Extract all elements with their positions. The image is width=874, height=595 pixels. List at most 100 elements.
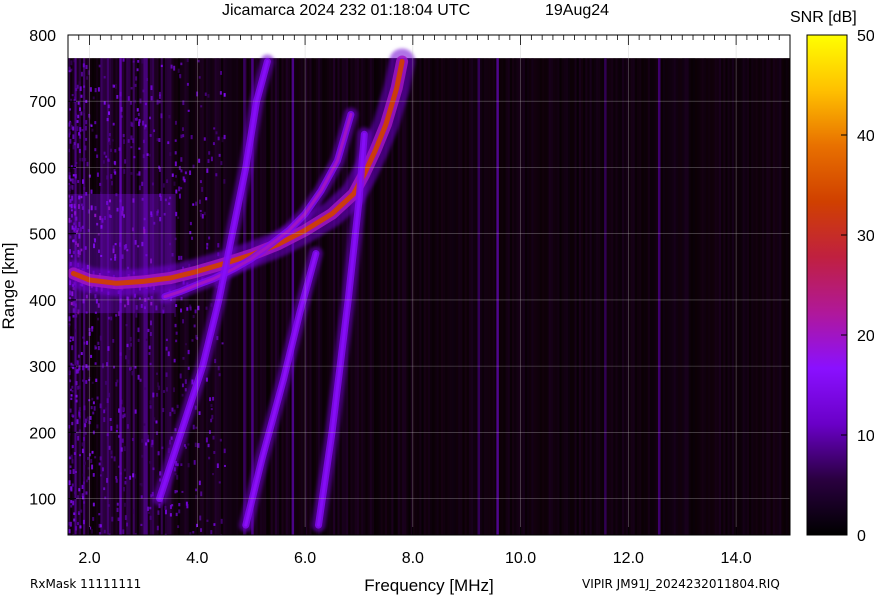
noise-column (406, 58, 409, 535)
noise-column (770, 58, 773, 535)
noise-speckle (86, 76, 89, 80)
noise-speckle (124, 159, 127, 164)
noise-column (227, 58, 230, 535)
noise-column (404, 58, 407, 535)
noise-speckle (183, 178, 186, 183)
noise-speckle (69, 189, 72, 194)
y-axis-label: Range [km] (0, 243, 18, 330)
noise-column (315, 58, 319, 535)
noise-speckle (82, 473, 85, 477)
noise-speckle (91, 450, 94, 454)
noise-speckle (164, 505, 167, 510)
noise-column (356, 58, 359, 535)
noise-column (619, 58, 622, 535)
noise-speckle (95, 134, 98, 139)
noise-speckle (99, 335, 102, 341)
noise-speckle (168, 114, 171, 119)
noise-speckle (77, 354, 80, 358)
noise-speckle (131, 122, 134, 127)
noise-speckle (161, 446, 164, 450)
noise-speckle (69, 339, 72, 343)
noise-speckle (206, 246, 209, 250)
noise-speckle (192, 314, 195, 319)
noise-speckle (92, 473, 95, 477)
noise-speckle (180, 134, 183, 139)
noise-speckle (199, 209, 202, 212)
noise-speckle (75, 399, 78, 403)
noise-speckle (126, 424, 129, 429)
noise-speckle (157, 510, 160, 515)
noise-speckle (142, 89, 145, 93)
noise-column (236, 58, 239, 535)
noise-speckle (212, 396, 215, 401)
noise-column (587, 58, 590, 535)
noise-speckle (94, 121, 97, 125)
noise-speckle (141, 438, 144, 443)
noise-speckle (73, 452, 76, 455)
noise-column (552, 58, 556, 535)
noise-speckle (167, 141, 170, 145)
noise-speckle (169, 513, 172, 517)
noise-column (708, 58, 711, 535)
noise-speckle (70, 454, 73, 460)
noise-speckle (112, 339, 115, 343)
noise-speckle (156, 138, 159, 142)
noise-speckle (195, 201, 198, 206)
noise-speckle (91, 326, 94, 329)
noise-speckle (81, 448, 84, 454)
noise-column (468, 58, 472, 535)
noise-speckle (182, 319, 185, 324)
noise-speckle (197, 305, 200, 311)
noise-speckle (79, 158, 82, 162)
noise-column (617, 58, 620, 535)
noise-column (509, 58, 513, 535)
noise-speckle (78, 407, 81, 411)
noise-speckle (131, 370, 134, 376)
noise-speckle (68, 128, 71, 134)
noise-speckle (175, 174, 178, 178)
noise-speckle (212, 142, 215, 146)
noise-column (313, 58, 316, 535)
noise-speckle (81, 442, 84, 447)
noise-speckle (209, 397, 212, 402)
noise-speckle (174, 313, 177, 317)
noise-speckle (151, 182, 154, 186)
noise-speckle (145, 442, 148, 446)
noise-column (742, 58, 745, 535)
file-name-label: VIPIR JM91J_2024232011804.RIQ (582, 577, 780, 591)
noise-speckle (81, 484, 84, 490)
noise-column (277, 58, 280, 535)
noise-speckle (75, 113, 78, 117)
noise-speckle (71, 185, 74, 190)
noise-speckle (220, 518, 223, 524)
noise-speckle (68, 66, 71, 71)
noise-column (589, 58, 592, 535)
noise-speckle (107, 346, 110, 351)
noise-speckle (187, 443, 190, 446)
noise-column (746, 58, 750, 535)
noise-speckle (210, 418, 213, 423)
noise-speckle (182, 356, 185, 360)
noise-speckle (189, 170, 192, 176)
noise-speckle (149, 515, 152, 520)
colorbar (806, 34, 848, 536)
noise-speckle (108, 533, 111, 535)
x-tick-label: 10.0 (505, 550, 536, 567)
noise-speckle (122, 414, 125, 419)
noise-column (430, 58, 433, 535)
noise-speckle (78, 411, 81, 417)
noise-column (643, 58, 646, 535)
noise-column (507, 58, 510, 535)
noise-column (598, 58, 601, 535)
noise-speckle (77, 101, 80, 105)
noise-speckle (175, 189, 178, 194)
noise-speckle (200, 491, 203, 497)
noise-column (432, 58, 435, 535)
noise-column (572, 58, 575, 535)
noise-speckle (173, 358, 176, 363)
noise-speckle (75, 161, 78, 165)
noise-column (240, 58, 243, 535)
noise-speckle (147, 328, 150, 333)
noise-speckle (76, 386, 79, 390)
noise-speckle (92, 96, 95, 100)
